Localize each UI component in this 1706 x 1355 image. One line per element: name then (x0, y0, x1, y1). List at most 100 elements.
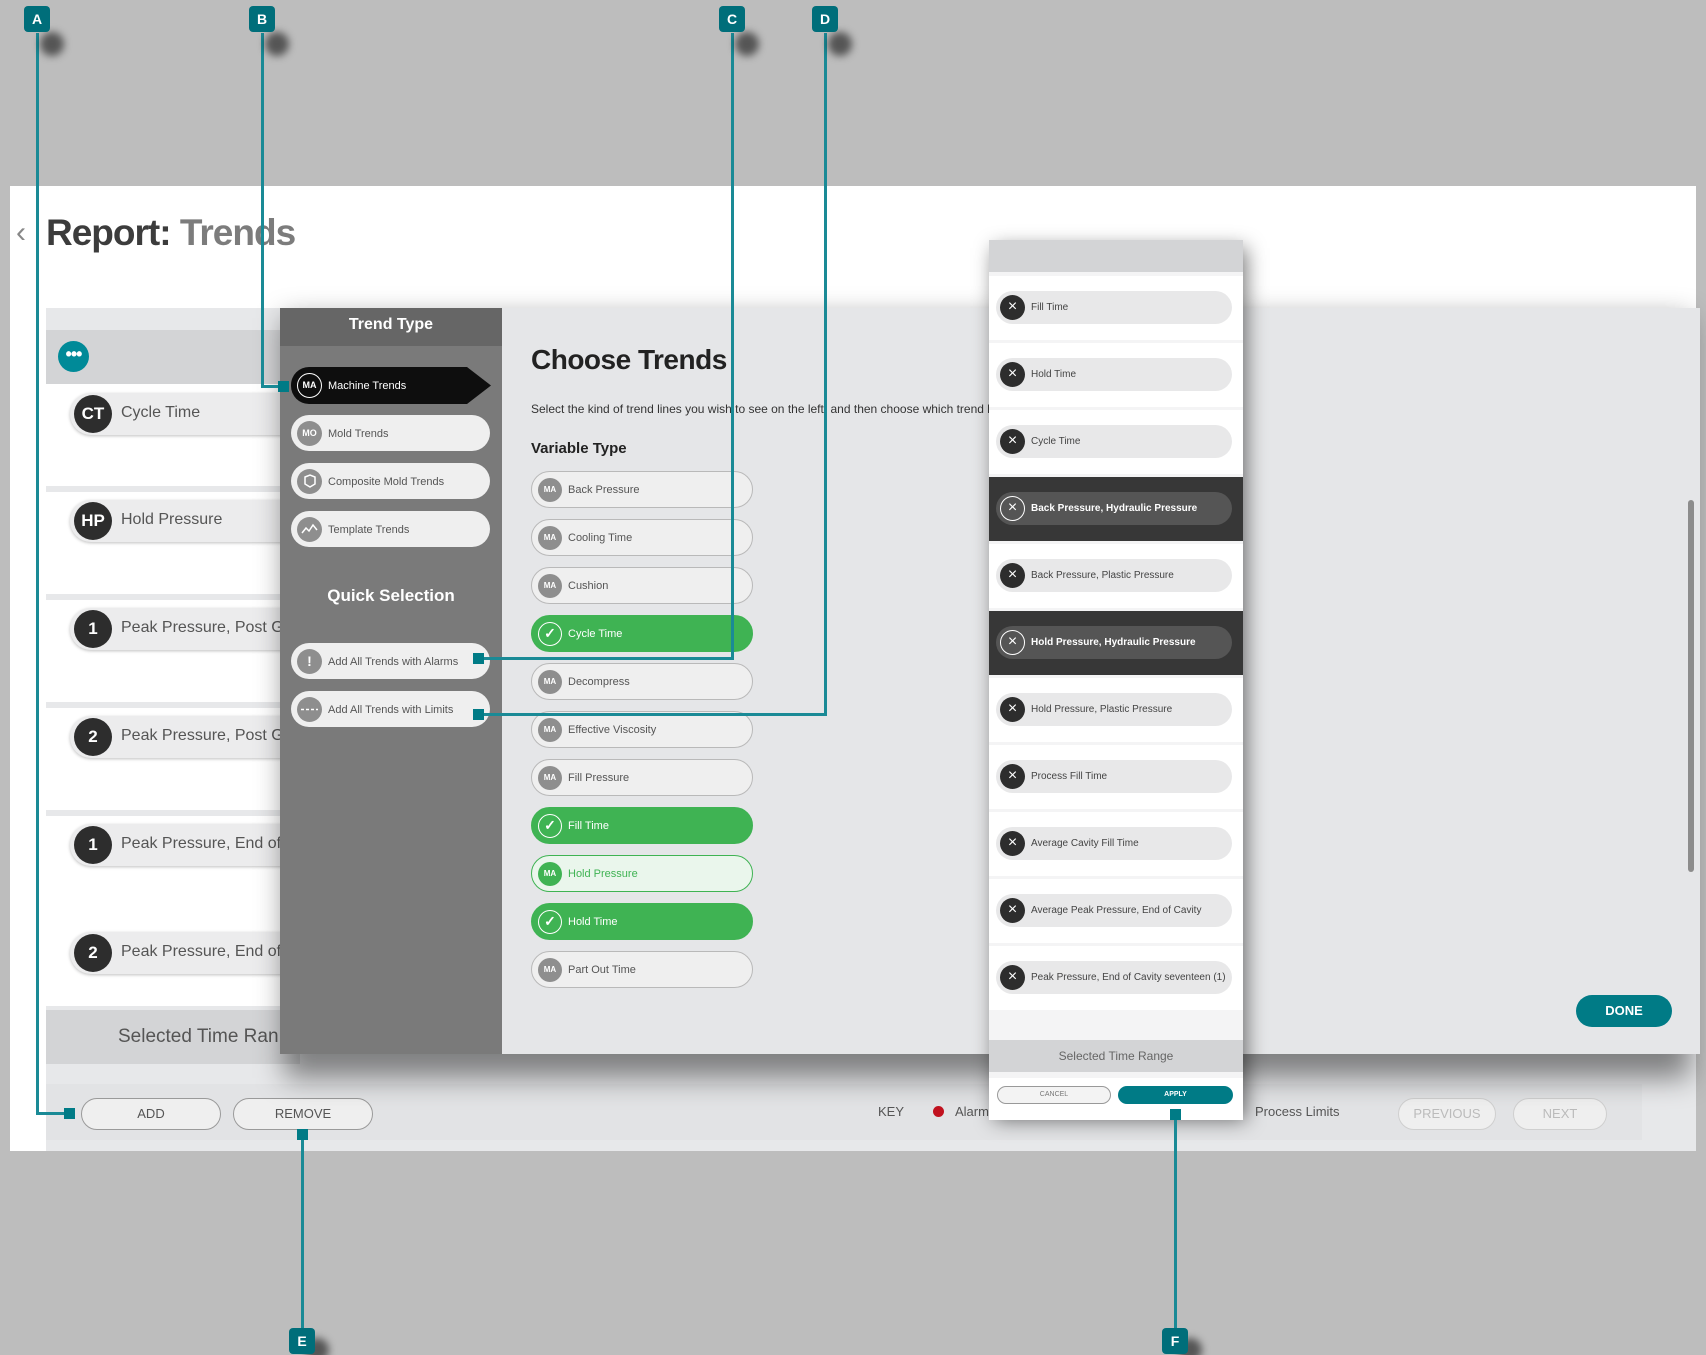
quick-selection-label: Add All Trends with Limits (328, 704, 454, 716)
scrollbar[interactable] (1688, 500, 1694, 872)
selected-trend-label: Fill Time (1031, 302, 1069, 313)
callout-marker-e (297, 1129, 308, 1140)
trend-type-title: Trend Type (348, 316, 434, 333)
close-icon[interactable]: × (1000, 965, 1025, 990)
key-label: KEY (878, 1104, 905, 1119)
title-prefix: Report: (46, 212, 172, 253)
callout-marker-a (64, 1108, 75, 1119)
trend-type-label: Template Trends (328, 524, 410, 536)
callout-shadow (40, 32, 64, 56)
trend-badge: 1 (74, 610, 112, 648)
remove-button[interactable]: REMOVE (233, 1098, 373, 1130)
callout-f: F (1162, 1328, 1188, 1354)
page-title: Report: Trends (46, 212, 296, 254)
variable-cycle-time[interactable] (531, 615, 753, 652)
chevron-left-icon[interactable]: ‹ (16, 218, 26, 248)
variable-part-out-time[interactable] (531, 951, 753, 988)
done-button[interactable]: DONE (1576, 995, 1672, 1027)
variable-hold-time[interactable] (531, 903, 753, 940)
limits-dashed-icon (297, 697, 322, 722)
close-icon[interactable]: × (1000, 496, 1025, 521)
variable-back-pressure[interactable] (531, 471, 753, 508)
variable-label: Cushion (568, 580, 609, 592)
machine-badge-icon: MA (538, 718, 562, 742)
variable-label: Hold Time (568, 916, 618, 928)
cancel-button[interactable]: CANCEL (997, 1086, 1111, 1104)
callout-d: D (812, 6, 838, 32)
quick-selection-title: Quick Selection (327, 586, 455, 605)
selected-trend-label: Back Pressure, Plastic Pressure (1031, 570, 1174, 581)
callout-line-b (261, 33, 264, 388)
variable-label: Cooling Time (568, 532, 633, 544)
callout-line-a (36, 33, 39, 1115)
add-button[interactable]: ADD (81, 1098, 221, 1130)
variable-label: Hold Pressure (568, 868, 638, 880)
callout-a: A (24, 6, 50, 32)
callout-line-d (824, 33, 827, 716)
close-icon[interactable]: × (1000, 697, 1025, 722)
selected-trend-label: Hold Pressure, Hydraulic Pressure (1031, 637, 1196, 648)
variable-type-title: Variable Type (531, 440, 627, 457)
next-button[interactable]: NEXT (1513, 1098, 1607, 1130)
template-trend-icon (297, 517, 322, 542)
close-icon[interactable]: × (1000, 429, 1025, 454)
callout-line-c (478, 657, 734, 660)
trend-type-label: Machine Trends (328, 380, 407, 392)
choose-trends-description: Select the kind of trend lines you wish … (531, 402, 991, 416)
close-icon[interactable]: × (1000, 764, 1025, 789)
more-horizontal-icon[interactable]: ••• (58, 341, 89, 372)
selected-trend-label: Average Peak Pressure, End of Cavity (1031, 905, 1202, 916)
machine-badge-icon: MA (538, 862, 562, 886)
callout-line-d (478, 713, 827, 716)
close-icon[interactable]: × (1000, 898, 1025, 923)
quick-selection-label: Add All Trends with Alarms (328, 656, 459, 668)
close-icon[interactable]: × (1000, 362, 1025, 387)
variable-decompress[interactable] (531, 663, 753, 700)
trend-label: Cycle Time (121, 404, 201, 421)
trend-type-label: Composite Mold Trends (328, 476, 445, 488)
trend-badge: CT (74, 395, 112, 433)
machine-badge-icon: MA (538, 958, 562, 982)
variable-cushion[interactable] (531, 567, 753, 604)
selected-trend-label: Hold Time (1031, 369, 1077, 380)
selected-panel-header (989, 240, 1243, 272)
close-icon[interactable]: × (1000, 563, 1025, 588)
selected-trend-label: Back Pressure, Hydraulic Pressure (1031, 503, 1198, 514)
variable-label: Fill Pressure (568, 772, 630, 784)
previous-button[interactable]: PREVIOUS (1398, 1098, 1496, 1130)
variable-label: Back Pressure (568, 484, 640, 496)
callout-c: C (719, 6, 745, 32)
machine-badge-icon: MA (538, 526, 562, 550)
callout-shadow (735, 32, 759, 56)
variable-cooling-time[interactable] (531, 519, 753, 556)
machine-badge-icon: MA (538, 574, 562, 598)
trend-badge: HP (74, 502, 112, 540)
callout-line-e (301, 1134, 304, 1344)
callout-shadow (828, 32, 852, 56)
check-icon: ✓ (538, 910, 562, 934)
variable-hold-pressure[interactable] (531, 855, 753, 892)
apply-button[interactable]: APPLY (1118, 1086, 1233, 1104)
trend-badge: 2 (74, 718, 112, 756)
trend-type-label: Mold Trends (328, 428, 389, 440)
selected-trend-label: Cycle Time (1031, 436, 1081, 447)
alarm-dot-icon (933, 1106, 944, 1117)
variable-fill-pressure[interactable] (531, 759, 753, 796)
variable-label: Effective Viscosity (568, 724, 657, 736)
choose-trends-title: Choose Trends (531, 344, 727, 375)
trend-label: Peak Pressure, Post Ga (121, 619, 281, 636)
composite-mold-icon (297, 469, 322, 494)
alarm-exclamation-icon: ! (297, 649, 322, 674)
limits-key-label: Process Limits (1255, 1104, 1340, 1119)
machine-badge-icon: MA (538, 478, 562, 502)
callout-marker-c (473, 653, 484, 664)
close-icon[interactable]: × (1000, 831, 1025, 856)
variable-fill-time[interactable] (531, 807, 753, 844)
trend-badge: 2 (74, 934, 112, 972)
variable-label: Fill Time (568, 820, 609, 832)
variable-label: Decompress (568, 676, 630, 688)
callout-marker-f (1170, 1109, 1181, 1120)
close-icon[interactable]: × (1000, 295, 1025, 320)
title-suffix: Trends (179, 212, 296, 253)
close-icon[interactable]: × (1000, 630, 1025, 655)
